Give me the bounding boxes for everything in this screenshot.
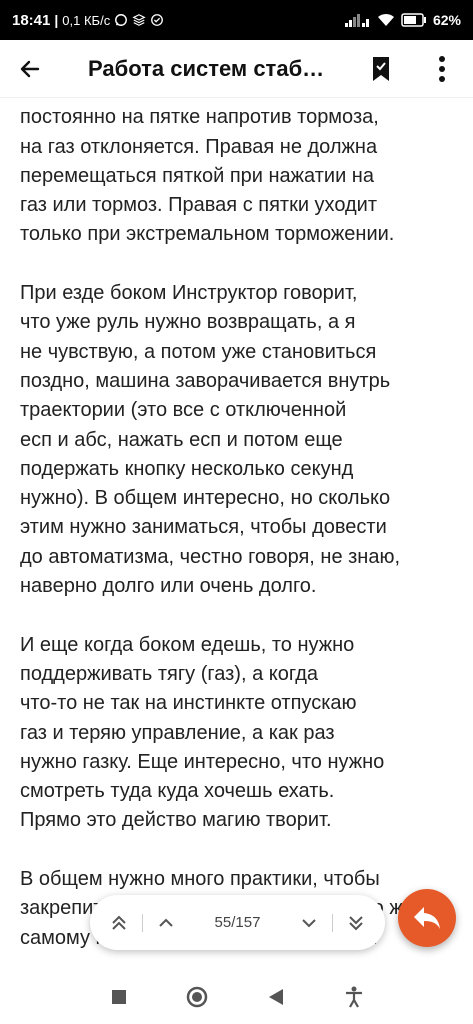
status-time: 18:41: [12, 11, 51, 29]
page-navigator: 55/157: [90, 895, 385, 950]
layers-icon: [132, 14, 146, 26]
first-page-button[interactable]: [102, 906, 136, 940]
page-title: Работа систем стаб…: [88, 55, 325, 81]
app-bar: Работа систем стаб…: [0, 40, 473, 98]
status-separator: |: [54, 12, 59, 28]
chevron-up-icon: [159, 918, 173, 927]
whatsapp-icon: [115, 14, 128, 26]
screen: 18:41 | 0,1 КБ/с 62% Работа систем стаб……: [0, 0, 473, 1024]
triangle-back-icon: [268, 989, 283, 1005]
battery-value: 62: [432, 12, 449, 28]
reply-button[interactable]: [398, 889, 456, 947]
home-button[interactable]: [182, 982, 212, 1012]
wifi-icon: [377, 13, 394, 26]
paragraph: При езде боком Инструктор говорит, что у…: [20, 282, 401, 598]
recents-button[interactable]: [104, 982, 134, 1012]
network-speed: 0,1 КБ/с: [62, 12, 111, 28]
status-bar: 18:41 | 0,1 КБ/с 62%: [0, 0, 473, 40]
paragraph: И еще когда боком едешь, то нужно поддер…: [20, 633, 385, 832]
bookmark-button[interactable]: [368, 54, 394, 84]
page-indicator: 55/157: [214, 914, 261, 931]
next-page-button[interactable]: [292, 906, 326, 940]
status-right: 62%: [344, 12, 461, 28]
battery-percentage: 62%: [432, 12, 461, 28]
article-body: должна туда возвращаться. Правая постоян…: [20, 98, 460, 970]
prev-page-button[interactable]: [149, 906, 183, 940]
square-icon: [112, 990, 127, 1004]
reply-icon: [414, 907, 440, 929]
divider: [332, 913, 333, 932]
accessibility-icon: [345, 986, 362, 1008]
back-button[interactable]: [0, 40, 60, 98]
battery-icon: [401, 13, 426, 27]
more-vert-icon: [439, 56, 445, 82]
arrow-back-icon: [20, 60, 40, 77]
back-nav-button[interactable]: [261, 982, 291, 1012]
circle-icon: [187, 986, 208, 1008]
more-options-button[interactable]: [430, 54, 454, 84]
double-chevron-down-icon: [349, 915, 363, 930]
accessibility-button[interactable]: [339, 982, 369, 1012]
bookmark-check-icon: [373, 57, 389, 81]
chevron-down-icon: [302, 918, 316, 927]
article-content[interactable]: должна туда возвращаться. Правая постоян…: [0, 98, 473, 970]
system-nav-bar: [0, 970, 473, 1024]
last-page-button[interactable]: [339, 906, 373, 940]
status-left: 18:41 | 0,1 КБ/с: [12, 12, 164, 29]
check-circle-icon: [151, 14, 164, 26]
signal-icon: [344, 14, 369, 27]
double-chevron-up-icon: [112, 915, 126, 930]
divider: [142, 913, 143, 932]
paragraph: должна туда возвращаться. Правая постоян…: [20, 98, 395, 246]
